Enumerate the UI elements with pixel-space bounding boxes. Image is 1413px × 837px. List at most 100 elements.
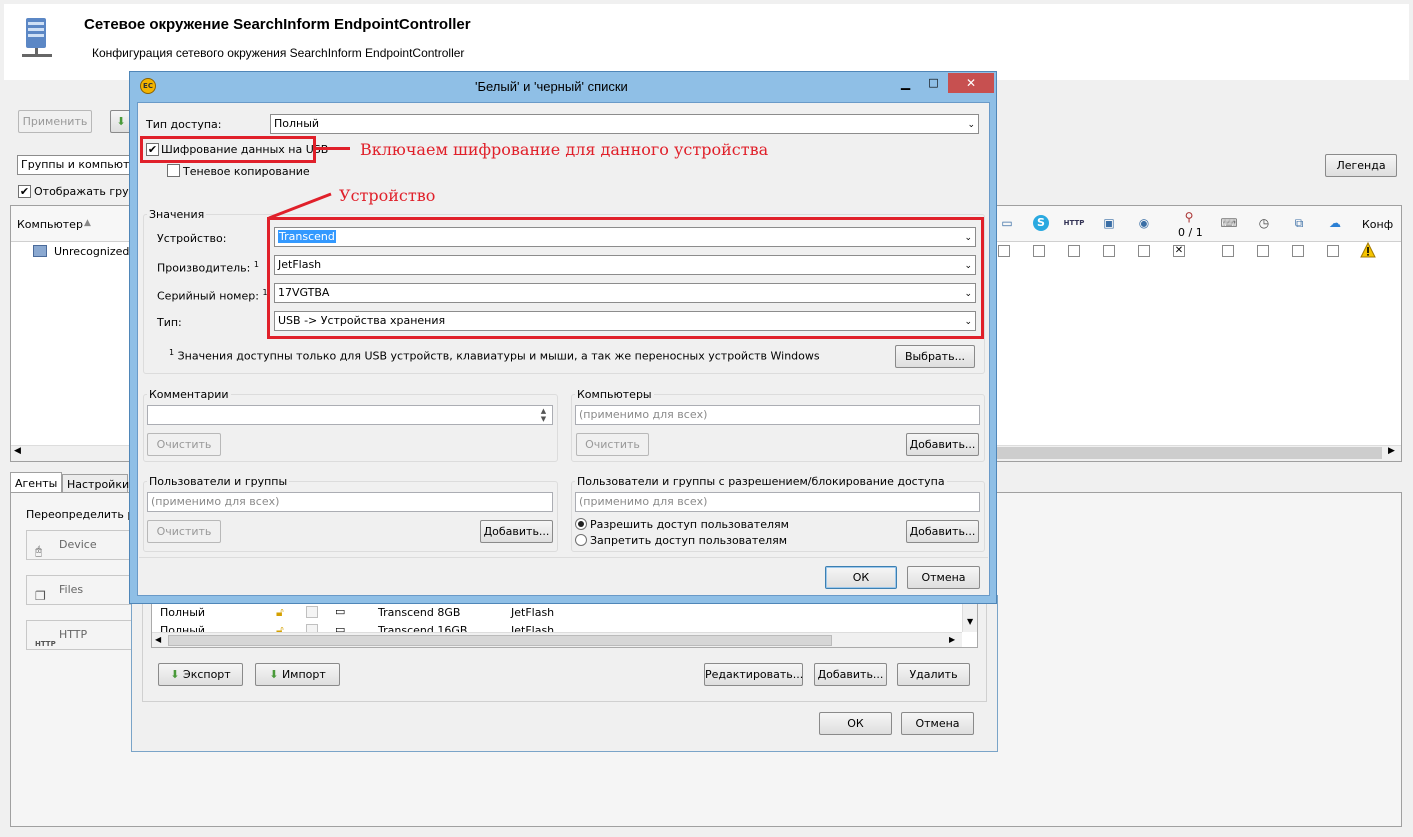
users-input[interactable]: (применимо для всех) <box>147 492 553 512</box>
delete-button[interactable]: Удалить <box>897 663 970 686</box>
back-list: Полный 🔓︎ ▭ Transcend 8GB JetFlash Полны… <box>151 602 978 648</box>
http-small-icon: HTTP <box>35 640 56 648</box>
page-subtitle: Конфигурация сетевого окружения SearchIn… <box>92 46 465 60</box>
files-button[interactable]: ❐ Files <box>26 575 132 605</box>
scroll-left-icon[interactable]: ◀ <box>155 635 161 644</box>
deny-access-radio[interactable] <box>575 534 587 546</box>
usb-device-icon: ▭ <box>335 605 346 618</box>
access-type-label: Тип доступа: <box>146 118 222 131</box>
legend-button[interactable]: Легенда <box>1325 154 1397 177</box>
tab-settings[interactable]: Настройки <box>62 474 129 493</box>
allow-access-radio[interactable] <box>575 518 587 530</box>
mouse-icon: 🖰 <box>35 544 43 558</box>
conf-column-header[interactable]: Конф <box>1362 218 1393 231</box>
computer-column-header[interactable]: Компьютер <box>17 218 83 231</box>
grid-hscroll-thumb[interactable] <box>996 447 1382 459</box>
skype-icon: S <box>1031 212 1051 234</box>
grid-checkbox[interactable] <box>1068 245 1080 257</box>
cloud-icon: ☁ <box>1329 216 1341 230</box>
tab-agents[interactable]: Агенты <box>10 472 62 493</box>
encrypt-highlight-box <box>140 136 316 163</box>
computers-add-button[interactable]: Добавить... <box>906 433 979 456</box>
encrypt-annotation: Включаем шифрование для данного устройст… <box>360 140 769 159</box>
device-arrow-line <box>268 192 332 220</box>
grid-checkbox[interactable] <box>1292 245 1304 257</box>
computers-group-label: Компьютеры <box>575 388 654 401</box>
close-icon: ✕ <box>965 76 977 90</box>
grid-checkbox[interactable] <box>1138 245 1150 257</box>
users-perm-add-button[interactable]: Добавить... <box>906 520 979 543</box>
clock-icon: ◷ <box>1258 216 1270 230</box>
grid-checkbox[interactable] <box>1327 245 1339 257</box>
keyboard-icon: ⌨ <box>1220 216 1238 230</box>
scroll-right-icon[interactable]: ▶ <box>949 635 955 644</box>
warning-icon <box>1360 241 1376 258</box>
export-button[interactable]: ⬇ Экспорт <box>158 663 243 686</box>
scroll-thumb[interactable] <box>168 635 832 646</box>
show-groups-checkbox[interactable]: ✔ <box>18 185 31 198</box>
type-label: Тип: <box>157 316 182 329</box>
grid-checkbox[interactable] <box>1033 245 1045 257</box>
cancel-button[interactable]: Отмена <box>907 566 980 589</box>
computers-input[interactable]: (применимо для всех) <box>575 405 980 425</box>
edit-button[interactable]: Редактировать... <box>704 663 803 686</box>
choose-button[interactable]: Выбрать... <box>895 345 975 368</box>
shadow-copy-checkbox[interactable] <box>167 164 180 177</box>
comments-clear-button[interactable]: Очистить <box>147 433 221 456</box>
usb-stick-icon: ⚲ <box>1184 210 1194 224</box>
device-annotation: Устройство <box>339 186 436 205</box>
grid-checkbox[interactable] <box>1222 245 1234 257</box>
dialog-app-icon: EC <box>140 78 156 94</box>
webcam-icon: ◉ <box>1138 216 1150 230</box>
import-arrow-icon: ⬇ <box>269 668 282 681</box>
scroll-right-icon[interactable]: ▶ <box>1388 446 1395 456</box>
groups-combo[interactable]: Группы и компьютер <box>17 155 143 175</box>
maximize-button[interactable]: □ <box>920 73 947 93</box>
back-cancel-button[interactable]: Отмена <box>901 712 974 735</box>
ok-button[interactable]: ОК <box>825 566 897 589</box>
device-button[interactable]: 🖰 Device <box>26 530 132 560</box>
computers-clear-button[interactable]: Очистить <box>576 433 649 456</box>
list-item-checkbox[interactable] <box>306 606 318 618</box>
users-add-button[interactable]: Добавить... <box>480 520 553 543</box>
import-button[interactable]: ⬇ Импорт <box>255 663 340 686</box>
usb-counter: 0 / 1 <box>1178 226 1203 239</box>
comments-group-label: Комментарии <box>147 388 231 401</box>
shadow-copy-label: Теневое копирование <box>183 165 310 178</box>
dialog-footer-divider <box>139 557 988 558</box>
comments-input[interactable] <box>147 405 553 425</box>
grid-checkbox[interactable]: ✕ <box>1173 245 1185 257</box>
scroll-down-icon[interactable]: ▼ <box>967 617 973 626</box>
users-clear-button[interactable]: Очистить <box>147 520 221 543</box>
list-item-vendor: JetFlash <box>511 606 555 619</box>
grid-checkbox[interactable] <box>1103 245 1115 257</box>
scroll-left-icon[interactable]: ◀ <box>14 446 21 456</box>
grid-checkbox[interactable] <box>1257 245 1269 257</box>
device-fields-highlight-box <box>267 217 984 339</box>
footnote-text: 1 Значения доступны только для USB устро… <box>169 348 820 363</box>
apply-button[interactable]: Применить <box>18 110 92 133</box>
access-type-select[interactable]: Полный ⌄ <box>270 114 979 134</box>
grid-checkbox[interactable] <box>998 245 1010 257</box>
export-arrow-icon: ⬇ <box>170 668 184 681</box>
lock-open-icon: 🔓︎ <box>276 605 284 619</box>
files-icon: ❐ <box>35 589 46 603</box>
users-group-label: Пользователи и группы <box>147 475 290 488</box>
close-button[interactable]: ✕ <box>948 73 994 93</box>
back-add-button[interactable]: Добавить... <box>814 663 887 686</box>
sort-asc-icon: ▲ <box>84 218 91 228</box>
list-item-device: Transcend 8GB <box>378 606 461 619</box>
allow-access-label: Разрешить доступ пользователям <box>590 518 789 531</box>
back-list-vscroll[interactable]: ▼ <box>962 603 977 632</box>
page-title: Сетевое окружение SearchInform EndpointC… <box>84 16 471 33</box>
vendor-label: Производитель: 1 <box>157 260 259 275</box>
users-perm-input[interactable]: (применимо для всех) <box>575 492 980 512</box>
comments-spinner[interactable]: ▲ ▼ <box>536 407 551 424</box>
http-button[interactable]: HTTP HTTP <box>26 620 132 650</box>
back-list-hscroll[interactable]: ◀ ▶ <box>152 632 962 647</box>
minimize-button[interactable]: ▁ <box>892 73 919 93</box>
network-col-icon: ⧉ <box>1294 215 1304 230</box>
monitor-icon: ▣ <box>1103 216 1115 230</box>
device-col-icon: ▭ <box>1001 216 1013 230</box>
back-ok-button[interactable]: ОК <box>819 712 892 735</box>
